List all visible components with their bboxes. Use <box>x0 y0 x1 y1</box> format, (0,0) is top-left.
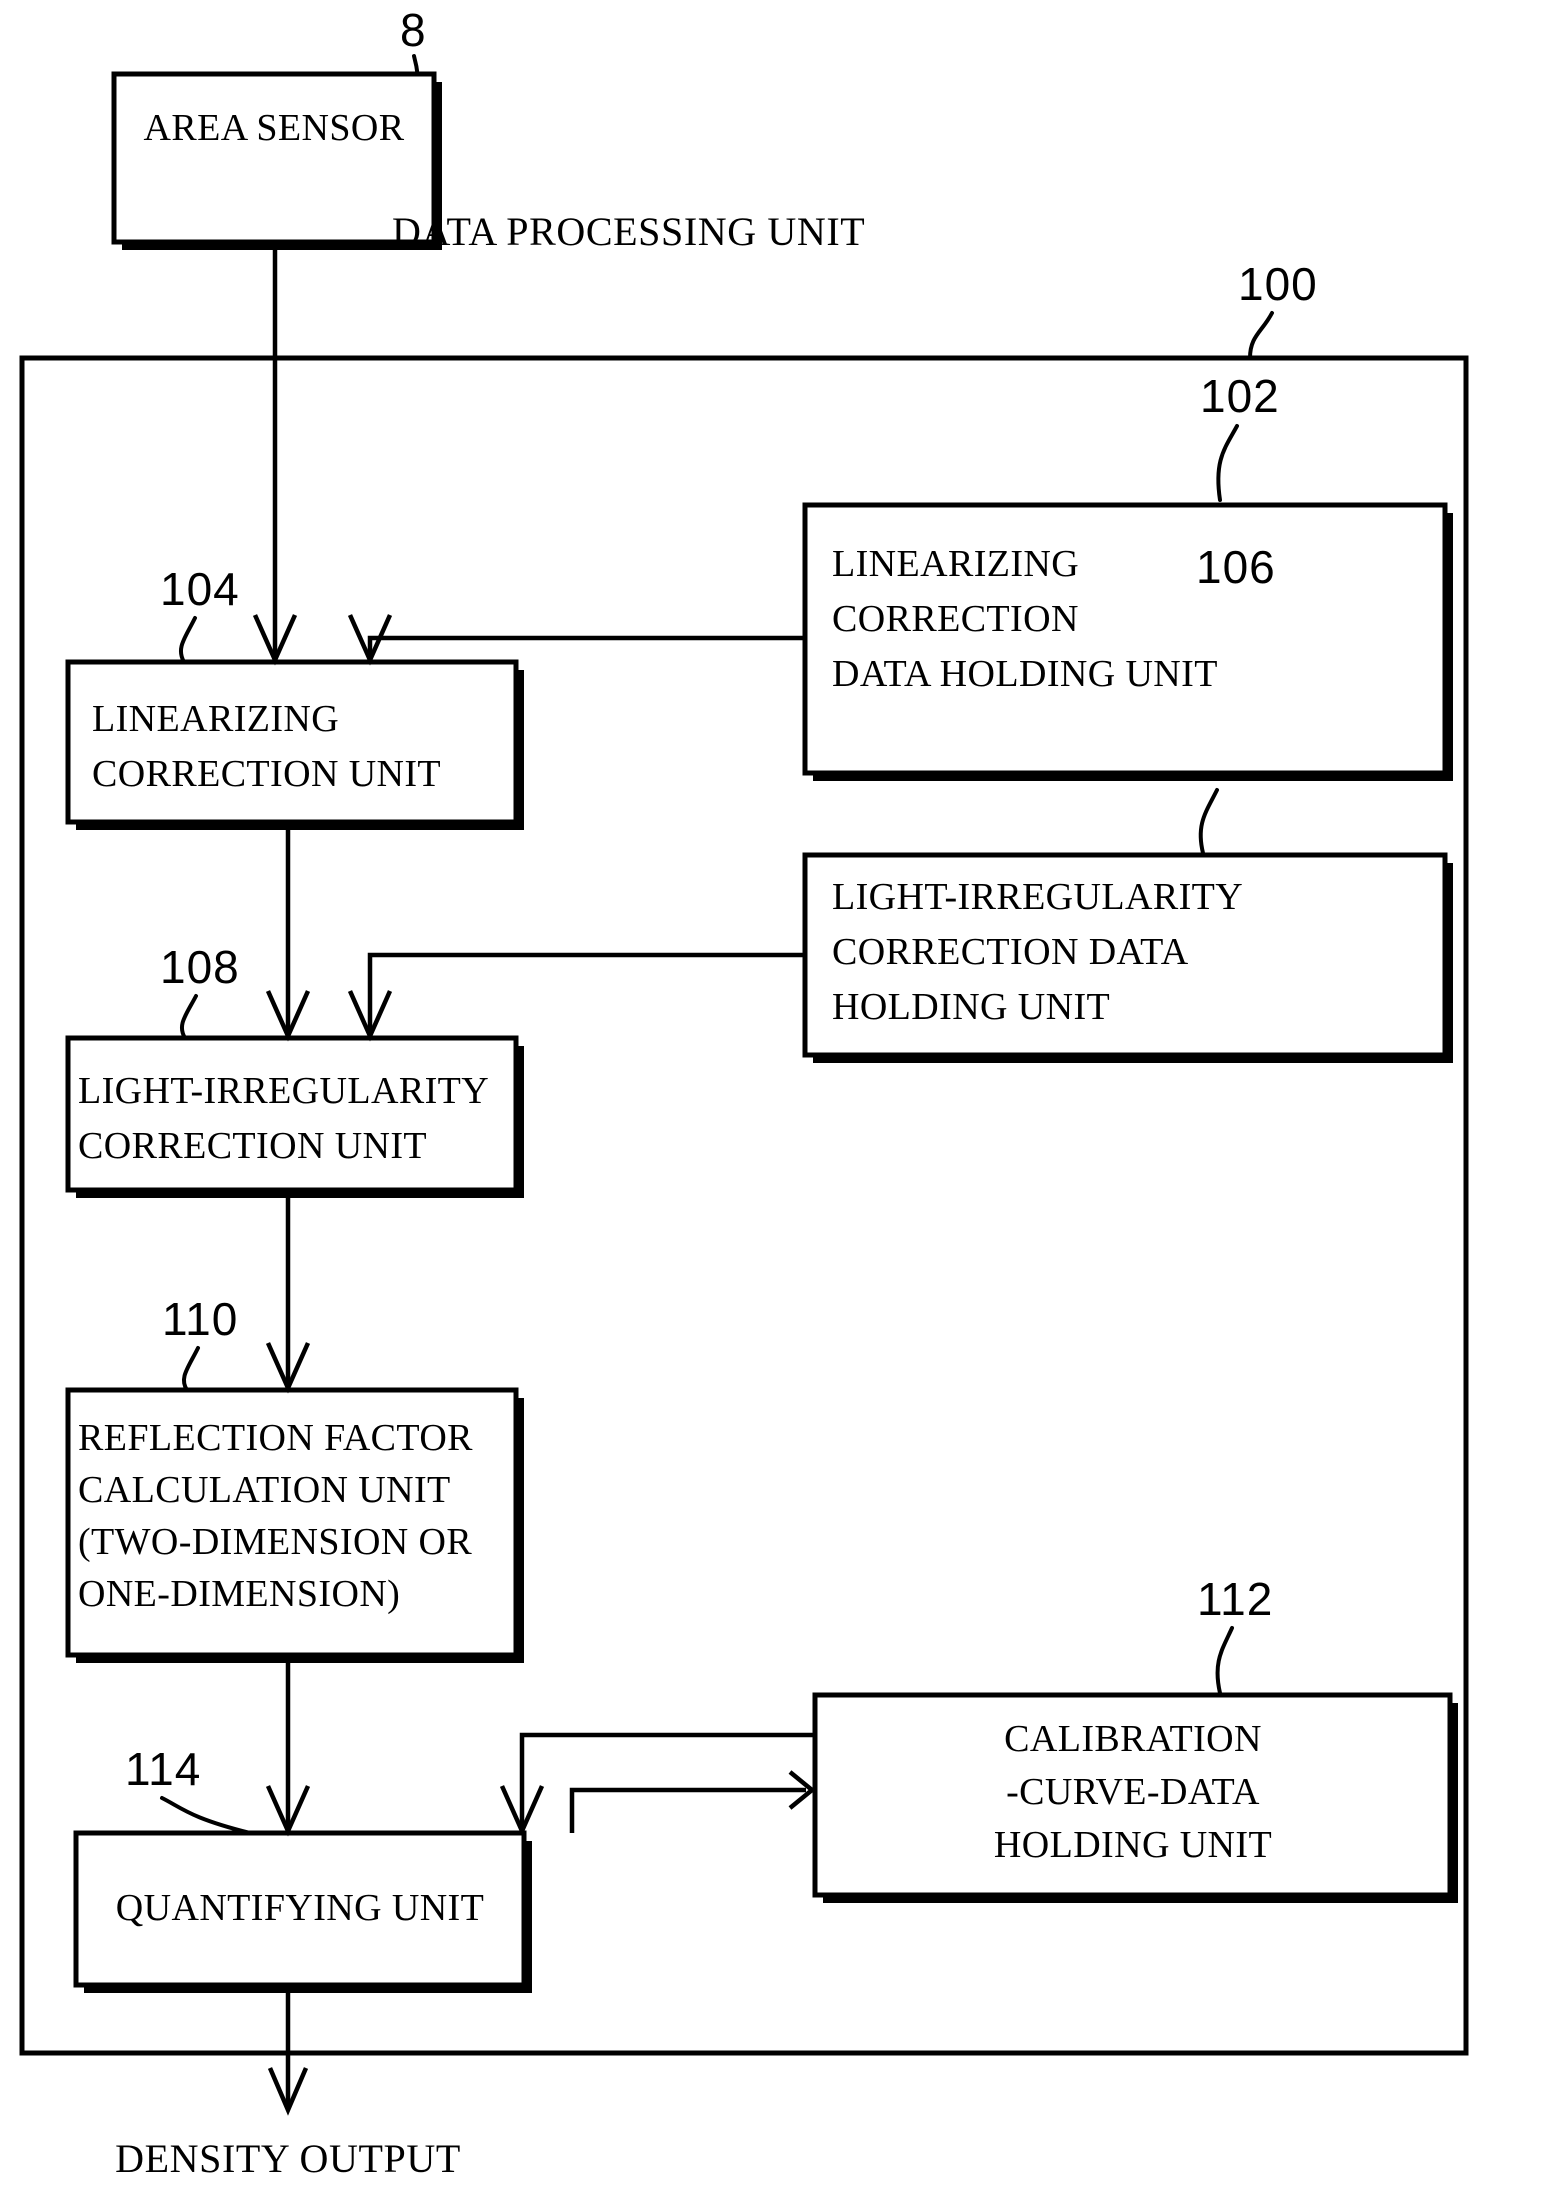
connector-108-to-110 <box>265 1198 311 1394</box>
leader-line-102 <box>1216 424 1239 502</box>
box-104-line-1: LINEARIZING <box>92 698 339 740</box>
data-processing-unit-title: DATA PROCESSING UNIT <box>392 209 865 254</box>
leader-line-114 <box>160 1796 252 1835</box>
box-108-line-2: CORRECTION UNIT <box>78 1125 427 1167</box>
patent-block-diagram: 8 AREA SENSOR DATA PROCESSING UNIT 100 1… <box>19 4 1469 2181</box>
box-104-line-2: CORRECTION UNIT <box>92 753 441 795</box>
box-112-line-2: -CURVE-DATA <box>1006 1771 1260 1813</box>
box-114-label: QUANTIFYING UNIT <box>116 1887 484 1929</box>
density-output-label: DENSITY OUTPUT <box>115 2136 461 2181</box>
ref-numeral-114: 114 <box>125 1743 201 1795</box>
connector-102-to-104 <box>347 614 805 666</box>
box-108-light-irregularity-correction-unit[interactable] <box>65 1035 519 1193</box>
box-108-line-1: LIGHT-IRREGULARITY <box>78 1070 489 1112</box>
leader-line-110 <box>181 1346 200 1392</box>
ref-numeral-104: 104 <box>160 563 240 615</box>
connector-110-to-114 <box>265 1663 311 1837</box>
ref-numeral-106: 106 <box>1196 541 1276 593</box>
leader-line-104 <box>178 616 197 664</box>
box-112-line-3: HOLDING UNIT <box>994 1824 1272 1866</box>
leader-line-108 <box>179 994 198 1040</box>
ref-numeral-110: 110 <box>162 1293 238 1345</box>
box-102-line-3: DATA HOLDING UNIT <box>832 653 1218 695</box>
ref-numeral-102: 102 <box>1200 370 1280 422</box>
box-102-line-2: CORRECTION <box>832 598 1079 640</box>
connector-area-sensor-to-104 <box>252 242 298 666</box>
leader-line-106-visible <box>1198 788 1219 855</box>
box-112-line-1: CALIBRATION <box>1004 1718 1262 1760</box>
connector-104-to-108 <box>265 830 311 1042</box>
ref-numeral-8: 8 <box>400 4 427 56</box>
box-110-line-4: ONE-DIMENSION) <box>78 1573 400 1615</box>
box-106-line-2: CORRECTION DATA <box>832 931 1189 973</box>
area-sensor-box[interactable] <box>111 71 437 245</box>
box-110-line-3: (TWO-DIMENSION OR <box>78 1521 472 1563</box>
leader-line-112 <box>1215 1626 1234 1695</box>
connector-112-to-114 <box>499 1732 815 1837</box>
leader-line-100 <box>1248 311 1274 360</box>
connector-114-to-112 <box>569 1770 816 1833</box>
area-sensor-label: AREA SENSOR <box>144 107 405 149</box>
box-110-line-2: CALCULATION UNIT <box>78 1469 451 1511</box>
ref-numeral-112: 112 <box>1197 1573 1273 1625</box>
box-106-line-1: LIGHT-IRREGULARITY <box>832 876 1243 918</box>
box-110-line-1: REFLECTION FACTOR <box>78 1417 473 1459</box>
box-104-linearizing-correction-unit[interactable] <box>65 659 519 825</box>
box-102-line-1: LINEARIZING <box>832 543 1079 585</box>
ref-numeral-108: 108 <box>160 941 240 993</box>
ref-numeral-100: 100 <box>1238 258 1318 310</box>
box-106-line-3: HOLDING UNIT <box>832 986 1110 1028</box>
